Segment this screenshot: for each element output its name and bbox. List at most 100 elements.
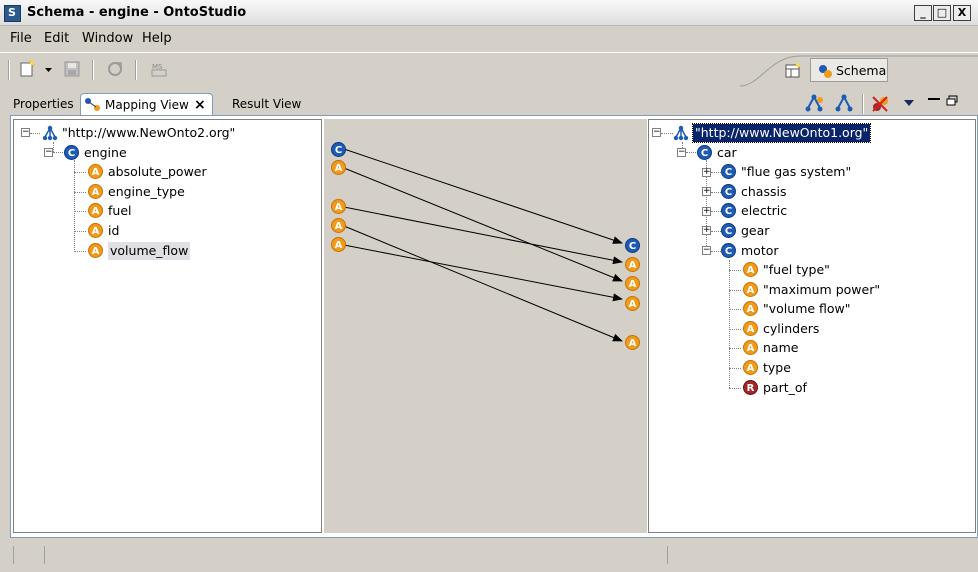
mapping-target-attribute-icon[interactable]: A bbox=[625, 257, 640, 272]
relation-icon: R bbox=[743, 380, 758, 395]
attribute-label: "volume flow" bbox=[763, 301, 851, 316]
dropdown-arrow-icon[interactable] bbox=[44, 60, 62, 78]
attribute-label: fuel bbox=[108, 203, 132, 218]
mapping-lines bbox=[343, 148, 623, 342]
map-concepts-icon[interactable] bbox=[804, 94, 823, 112]
close-button[interactable]: X bbox=[953, 5, 971, 21]
attribute-label: "fuel type" bbox=[763, 262, 830, 277]
menu-window[interactable]: Window bbox=[82, 31, 133, 46]
concept-label: car bbox=[717, 145, 737, 160]
mapping-view-icon bbox=[85, 98, 100, 111]
remove-mapping-icon[interactable] bbox=[870, 94, 888, 112]
target-ontology-tree[interactable]: − "http://www.NewOnto1.org" − C car + C … bbox=[648, 119, 976, 533]
title-bar: Schema - engine - OntoStudio _ □ X bbox=[0, 0, 978, 26]
menu-file[interactable]: File bbox=[10, 31, 32, 46]
attribute-icon: A bbox=[743, 340, 758, 355]
concept-label: chassis bbox=[741, 184, 787, 199]
query-icon[interactable]: MS bbox=[150, 60, 168, 78]
ontology-icon bbox=[673, 125, 689, 141]
mapping-target-attribute-icon[interactable]: A bbox=[625, 276, 640, 291]
concept-label: engine bbox=[84, 145, 127, 160]
concept-label: gear bbox=[741, 223, 770, 238]
open-perspective-icon[interactable] bbox=[784, 62, 802, 80]
tab-close-icon[interactable]: × bbox=[194, 94, 206, 116]
maximize-view-icon[interactable] bbox=[946, 95, 958, 107]
perspective-label: Schema bbox=[836, 63, 887, 78]
view-menu-icon[interactable] bbox=[902, 96, 920, 114]
tab-result-view[interactable]: Result View bbox=[232, 93, 312, 115]
mapping-arrow bbox=[343, 244, 623, 302]
attribute-icon: A bbox=[88, 164, 103, 179]
mapping-arrow bbox=[343, 148, 623, 244]
relation-label: part_of bbox=[763, 380, 807, 395]
attribute-icon: A bbox=[743, 282, 758, 297]
attribute-label: volume_flow bbox=[108, 242, 191, 260]
mapping-arrow bbox=[343, 225, 623, 342]
attribute-icon: A bbox=[88, 184, 103, 199]
menu-edit[interactable]: Edit bbox=[44, 31, 69, 46]
attribute-icon: A bbox=[88, 243, 103, 258]
concept-icon: C bbox=[721, 164, 736, 179]
attribute-label: name bbox=[763, 340, 799, 355]
mapping-source-concept-icon[interactable]: C bbox=[331, 142, 346, 157]
collapse-icon[interactable]: − bbox=[702, 246, 711, 255]
expand-icon[interactable]: + bbox=[702, 187, 711, 196]
attribute-icon: A bbox=[743, 321, 758, 336]
expand-icon[interactable]: + bbox=[702, 207, 711, 216]
ontology-icon bbox=[42, 125, 58, 141]
perspective-schema-button[interactable]: Schema bbox=[810, 58, 888, 82]
concept-icon: C bbox=[697, 145, 712, 160]
save-icon[interactable] bbox=[63, 60, 81, 78]
concept-label: electric bbox=[741, 203, 788, 218]
concept-icon: C bbox=[721, 203, 736, 218]
new-file-icon[interactable] bbox=[18, 60, 36, 78]
mapping-source-attribute-icon[interactable]: A bbox=[331, 218, 346, 233]
attribute-icon: A bbox=[743, 360, 758, 375]
concept-label: motor bbox=[741, 243, 779, 258]
status-bar bbox=[0, 540, 978, 572]
mapping-source-attribute-icon[interactable]: A bbox=[331, 160, 346, 175]
mapping-source-attribute-icon[interactable]: A bbox=[331, 199, 346, 214]
app-icon bbox=[4, 5, 21, 22]
tab-mapping-view[interactable]: Mapping View × bbox=[80, 93, 213, 115]
source-ontology-tree[interactable]: − "http://www.NewOnto2.org" − C engine A… bbox=[13, 119, 322, 533]
window-title: Schema - engine - OntoStudio bbox=[27, 5, 247, 20]
minimize-view-icon[interactable] bbox=[928, 95, 940, 100]
toolbar-grip bbox=[8, 60, 10, 80]
collapse-icon[interactable]: − bbox=[21, 128, 30, 137]
collapse-icon[interactable]: − bbox=[44, 148, 53, 157]
attribute-label: type bbox=[763, 360, 791, 375]
collapse-icon[interactable]: − bbox=[677, 148, 686, 157]
expand-icon[interactable]: + bbox=[702, 168, 711, 177]
concept-label: "flue gas system" bbox=[741, 164, 852, 179]
maximize-button[interactable]: □ bbox=[933, 5, 951, 21]
tab-properties[interactable]: Properties bbox=[13, 93, 79, 115]
collapse-icon[interactable]: − bbox=[652, 128, 661, 137]
view-toolbar-separator bbox=[862, 94, 864, 114]
mapping-target-attribute-icon[interactable]: A bbox=[625, 335, 640, 350]
schema-icon bbox=[819, 65, 832, 78]
attribute-icon: A bbox=[88, 203, 103, 218]
concept-icon: C bbox=[721, 184, 736, 199]
mapping-source-attribute-icon[interactable]: A bbox=[331, 237, 346, 252]
attribute-icon: A bbox=[743, 262, 758, 277]
status-separator bbox=[667, 546, 668, 564]
minimize-button[interactable]: _ bbox=[914, 5, 932, 21]
expand-icon[interactable]: + bbox=[702, 226, 711, 235]
mapping-target-attribute-icon[interactable]: A bbox=[625, 296, 640, 311]
concept-icon: C bbox=[721, 243, 736, 258]
attribute-icon: A bbox=[743, 301, 758, 316]
menu-help[interactable]: Help bbox=[142, 31, 172, 46]
refresh-icon[interactable] bbox=[106, 60, 124, 78]
toolbar-separator bbox=[92, 60, 94, 80]
mapping-arrow bbox=[343, 167, 623, 282]
mapping-target-concept-icon[interactable]: C bbox=[625, 238, 640, 253]
attribute-label: absolute_power bbox=[108, 164, 207, 179]
attribute-label: id bbox=[108, 223, 120, 238]
attribute-label: cylinders bbox=[763, 321, 820, 336]
concept-icon: C bbox=[721, 223, 736, 238]
source-root-label: "http://www.NewOnto2.org" bbox=[62, 125, 236, 140]
map-attributes-icon[interactable] bbox=[834, 94, 853, 112]
target-root-label: "http://www.NewOnto1.org" bbox=[691, 123, 872, 143]
toolbar-separator bbox=[135, 60, 137, 80]
